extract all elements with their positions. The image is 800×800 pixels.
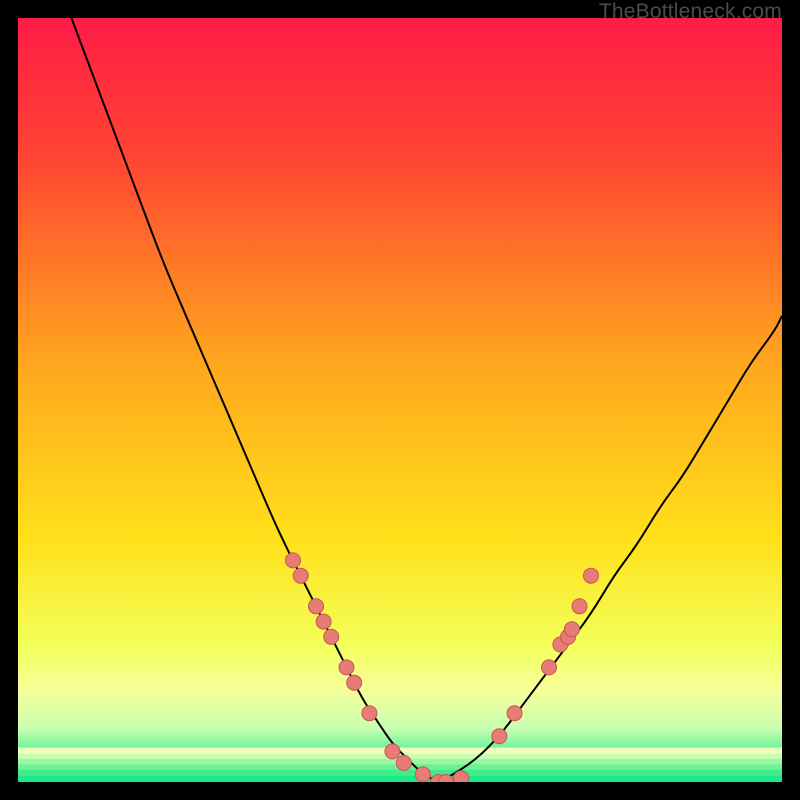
data-marker bbox=[542, 660, 557, 675]
data-marker bbox=[507, 706, 522, 721]
data-marker bbox=[347, 675, 362, 690]
data-marker bbox=[572, 599, 587, 614]
data-marker bbox=[415, 767, 430, 782]
data-marker bbox=[396, 755, 411, 770]
watermark-text: TheBottleneck.com bbox=[599, 0, 782, 24]
bottleneck-chart bbox=[18, 18, 782, 782]
data-marker bbox=[324, 629, 339, 644]
chart-frame bbox=[18, 18, 782, 782]
data-marker bbox=[339, 660, 354, 675]
gradient-background bbox=[18, 18, 782, 782]
data-marker bbox=[286, 553, 301, 568]
data-marker bbox=[454, 771, 469, 782]
data-marker bbox=[492, 729, 507, 744]
data-marker bbox=[385, 744, 400, 759]
data-marker bbox=[584, 568, 599, 583]
data-marker bbox=[564, 622, 579, 637]
data-marker bbox=[293, 568, 308, 583]
data-marker bbox=[309, 599, 324, 614]
data-marker bbox=[316, 614, 331, 629]
data-marker bbox=[362, 706, 377, 721]
